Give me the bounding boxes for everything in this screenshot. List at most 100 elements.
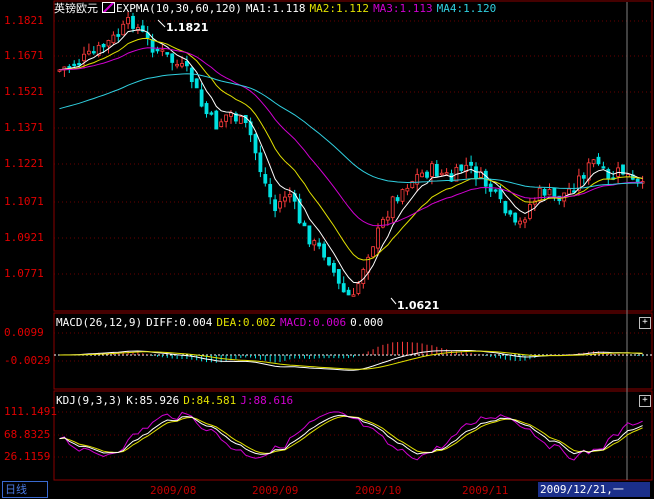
macd-extra: 0.000: [350, 316, 384, 329]
expma-label: EXPMA(10,30,60,120): [116, 2, 242, 15]
macd-value: MACD:0.006: [279, 316, 347, 329]
candle-body: [155, 48, 160, 52]
high-marker-label: 1.1821: [166, 21, 208, 34]
candle-body: [209, 112, 214, 115]
candle-body: [170, 53, 175, 63]
kdj-y-tick: 68.8325: [4, 428, 51, 441]
candle-body: [429, 163, 434, 177]
kdj-title: KDJ(9,3,3): [56, 394, 123, 407]
macd-dea: DEA:0.002: [216, 316, 276, 329]
candle-body: [606, 169, 611, 179]
ma3-value: MA3:1.113: [373, 2, 433, 15]
kdj-k: K:85.926: [126, 394, 180, 407]
price-chart-canvas[interactable]: 1.1821 1.0621: [0, 0, 654, 499]
candle-body: [160, 49, 165, 52]
candle-body: [106, 40, 111, 47]
candle-body: [91, 51, 96, 54]
candle-body: [268, 183, 273, 198]
candle-body: [336, 269, 341, 284]
candle-body: [513, 212, 518, 223]
y-tick: 1.1521: [4, 85, 44, 98]
candle-body: [331, 262, 336, 273]
candle-body: [474, 166, 478, 180]
candle-body: [180, 63, 184, 67]
ma4-line: [59, 73, 643, 190]
candle-body: [214, 110, 219, 130]
candle-body: [508, 210, 513, 215]
candle-body: [341, 283, 346, 293]
x-tick: 2009/11: [462, 484, 509, 497]
y-tick: 1.1071: [4, 195, 44, 208]
candle-body: [405, 187, 410, 192]
candle-body: [493, 189, 498, 192]
candle-body: [72, 63, 77, 67]
candle-body: [184, 61, 189, 67]
main-header: 英镑欧元 EXPMA(10,30,60,120) MA1:1.118 MA2:1.11…: [54, 2, 500, 16]
candle-body: [567, 188, 571, 195]
candle-body: [351, 294, 356, 297]
candle-body: [380, 218, 385, 228]
candle-body: [596, 156, 601, 165]
candle-body: [194, 78, 199, 89]
candle-body: [287, 194, 292, 198]
ma3-line: [59, 47, 643, 227]
low-marker-label: 1.0621: [397, 299, 439, 312]
y-tick: 1.1371: [4, 121, 44, 134]
y-tick: 1.1221: [4, 157, 44, 170]
candle-body: [498, 188, 503, 200]
macd-title: MACD(26,12,9): [56, 316, 143, 329]
candle-body: [400, 189, 405, 202]
candle-body: [82, 53, 86, 62]
kdj-d: D:84.581: [183, 394, 237, 407]
plus-icon[interactable]: +: [639, 395, 651, 407]
x-tick: 2009/10: [355, 484, 402, 497]
kdj-y-tick: 26.1159: [4, 450, 51, 463]
kdj-header: KDJ(9,3,3) K:85.926 D:84.581 J:88.616: [56, 394, 297, 408]
main-panel-frame: [53, 0, 653, 312]
expma-icon: [102, 2, 115, 13]
candle-body: [552, 187, 557, 198]
candle-body: [238, 116, 243, 124]
candle-body: [199, 89, 204, 107]
ma2-line: [59, 37, 643, 261]
candle-body: [101, 43, 106, 48]
macd-header: MACD(26,12,9) DIFF:0.004 DEA:0.002 MACD:0.0…: [56, 316, 387, 330]
candle-body: [111, 34, 116, 44]
ma4-value: MA4:1.120: [436, 2, 497, 15]
candle-body: [121, 23, 126, 36]
candle-body: [459, 164, 464, 171]
plus-icon[interactable]: +: [639, 317, 651, 329]
candle-body: [547, 189, 552, 196]
candle-body: [385, 216, 390, 221]
kdj-j: J:88.616: [240, 394, 294, 407]
ma1-value: MA1:1.118: [245, 2, 306, 15]
tab-daily[interactable]: 日线: [2, 481, 48, 498]
candle-body: [116, 34, 121, 37]
kdj-y-tick: 111.1491: [4, 405, 57, 418]
candle-body: [77, 63, 81, 66]
candle-body: [439, 172, 444, 176]
candle-body: [229, 112, 233, 117]
candle-body: [327, 257, 331, 266]
candle-body: [224, 114, 229, 122]
candle-body: [503, 201, 508, 214]
candle-body: [361, 269, 366, 284]
candle-body: [317, 242, 322, 247]
x-tick: 2009/09: [252, 484, 299, 497]
macd-diff: DIFF:0.004: [146, 316, 213, 329]
macd-dea-line: [59, 350, 643, 370]
y-tick: 1.0771: [4, 267, 44, 280]
ma2-value: MA2:1.112: [309, 2, 370, 15]
candle-body: [273, 199, 278, 212]
candle-body: [131, 15, 135, 29]
candle-body: [395, 197, 400, 202]
candle-body: [518, 220, 522, 225]
candle-body: [253, 133, 258, 154]
candle-body: [523, 219, 527, 223]
candle-body: [258, 152, 263, 173]
candle-body: [356, 283, 361, 294]
candle-body: [263, 174, 268, 184]
candle-body: [601, 166, 606, 169]
symbol-name: 英镑欧元: [54, 2, 98, 15]
candle-body: [165, 52, 170, 55]
